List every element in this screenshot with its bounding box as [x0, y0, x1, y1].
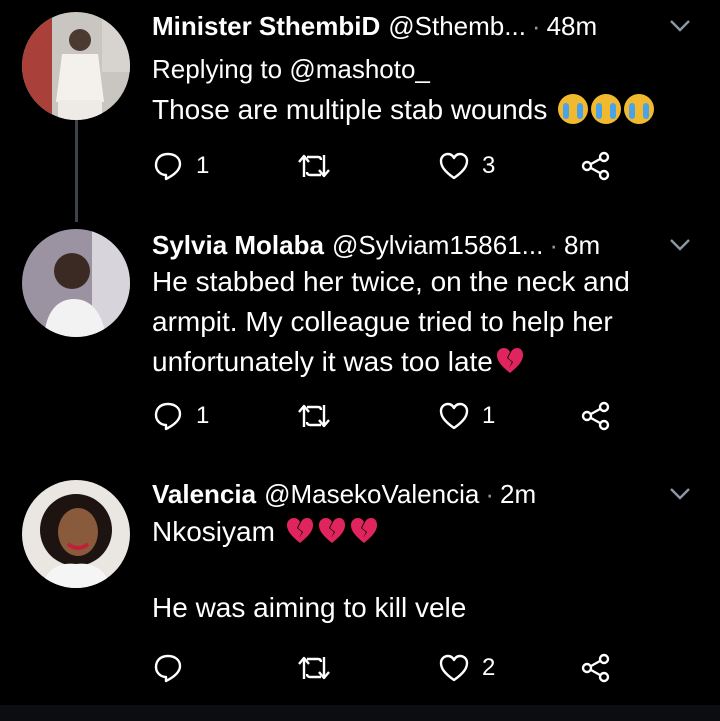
heart-icon [439, 152, 469, 180]
tweet-header: Minister SthembiD @Sthemb... · 48m [152, 6, 597, 46]
replying-to-label: Replying to [152, 54, 283, 84]
share-button[interactable] [580, 396, 612, 436]
tweet-line: armpit. My colleague tried to help her [152, 306, 613, 337]
retweet-icon [298, 404, 330, 428]
tweet-actions: 2 [152, 648, 622, 688]
broken-heart-emoji [496, 348, 523, 373]
replying-to: Replying to @mashoto_ [152, 54, 430, 85]
tweet-line-last: unfortunately it was too late [152, 342, 692, 382]
separator-dot: · [549, 229, 559, 260]
tweet-header: Valencia @MasekoValencia · 2m [152, 474, 536, 514]
loudly-crying-face-emoji [624, 94, 655, 124]
reply-button[interactable]: 1 [152, 146, 209, 186]
tweet-text: He stabbed her twice, on the neck and ar… [152, 262, 692, 382]
timestamp[interactable]: 8m [564, 230, 600, 261]
reply-count: 1 [196, 402, 210, 429]
tweet-actions: 1 1 [152, 396, 622, 436]
chevron-down-icon[interactable] [668, 237, 692, 253]
share-icon [581, 151, 610, 181]
reply-icon [154, 654, 182, 683]
retweet-button[interactable] [297, 396, 331, 436]
tweet-text: Those are multiple stab wounds [152, 90, 672, 130]
chevron-down-icon[interactable] [668, 18, 692, 34]
reply-icon [154, 402, 182, 431]
broken-heart-emoji [318, 518, 345, 543]
separator-dot: · [531, 10, 541, 41]
chevron-down-icon[interactable] [668, 486, 692, 502]
heart-icon [439, 402, 469, 430]
tweet-header: Sylvia Molaba @Sylviam15861... · 8m [152, 225, 600, 265]
separator-dot: · [485, 478, 494, 509]
avatar[interactable] [22, 229, 130, 337]
tweet-2[interactable]: Sylvia Molaba @Sylviam15861... · 8m He s… [0, 225, 720, 455]
author-name[interactable]: Sylvia Molaba [152, 230, 324, 261]
tweet-body: Those are multiple stab wounds [152, 94, 548, 125]
tweet-line: He was aiming to kill vele [152, 592, 467, 623]
retweet-icon [298, 154, 330, 178]
broken-heart-emoji [286, 518, 313, 543]
reply-button[interactable]: 1 [152, 396, 209, 436]
like-button[interactable]: 2 [438, 648, 495, 688]
replying-to-handle[interactable]: @mashoto_ [289, 54, 430, 84]
timestamp[interactable]: 2m [500, 479, 536, 510]
author-handle[interactable]: @MasekoValencia [264, 479, 479, 510]
like-count: 3 [482, 152, 496, 179]
reply-count: 1 [196, 152, 210, 179]
like-button[interactable]: 3 [438, 146, 495, 186]
share-button[interactable] [580, 146, 612, 186]
avatar[interactable] [22, 12, 130, 120]
author-handle[interactable]: @Sylviam15861... [332, 230, 543, 261]
retweet-button[interactable] [297, 146, 331, 186]
share-icon [581, 401, 610, 431]
like-count: 1 [482, 402, 496, 429]
tweet-1[interactable]: Minister SthembiD @Sthemb... · 48m Reply… [0, 6, 720, 216]
avatar[interactable] [22, 480, 130, 588]
like-count: 2 [482, 654, 496, 681]
tweet-line: Nkosiyam [152, 516, 275, 547]
reply-icon [154, 152, 182, 181]
share-button[interactable] [580, 648, 612, 688]
tweet-actions: 1 3 [152, 146, 622, 186]
broken-heart-emoji [350, 518, 377, 543]
tweet-line: unfortunately it was too late [152, 346, 493, 377]
author-name[interactable]: Valencia [152, 479, 256, 510]
bottom-bar [0, 705, 720, 721]
loudly-crying-face-emoji [558, 94, 589, 124]
like-button[interactable]: 1 [438, 396, 495, 436]
retweet-icon [298, 656, 330, 680]
tweet-3[interactable]: Valencia @MasekoValencia · 2m Nkosiyam H… [0, 474, 720, 704]
loudly-crying-face-emoji [591, 94, 622, 124]
tweet-text: Nkosiyam He was aiming to kill vele [152, 512, 672, 628]
retweet-button[interactable] [297, 648, 331, 688]
timestamp[interactable]: 48m [547, 11, 598, 42]
heart-icon [439, 654, 469, 682]
tweet-line: He stabbed her twice, on the neck and [152, 266, 630, 297]
share-icon [581, 653, 610, 683]
author-name[interactable]: Minister SthembiD [152, 11, 380, 42]
reply-button[interactable] [152, 648, 196, 688]
author-handle[interactable]: @Sthemb... [388, 11, 526, 42]
tweet-line-1: Nkosiyam [152, 512, 672, 552]
